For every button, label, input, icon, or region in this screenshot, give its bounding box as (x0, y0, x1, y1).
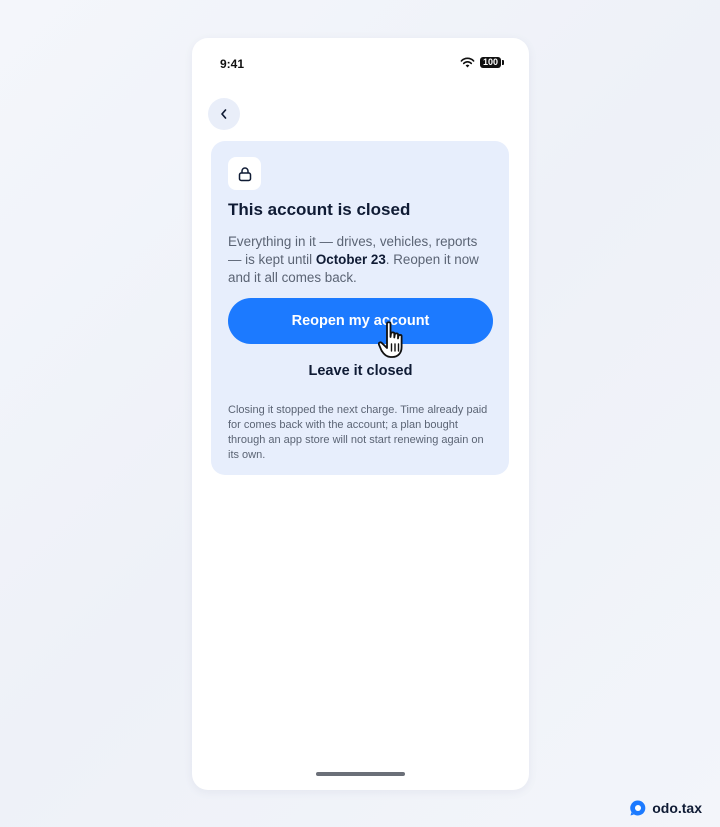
chevron-left-icon (221, 109, 227, 119)
card-title: This account is closed (228, 200, 411, 219)
reopen-account-button[interactable]: Reopen my account (228, 298, 493, 344)
card-description: Everything in it — drives, vehicles, rep… (228, 233, 494, 287)
status-time: 9:41 (220, 57, 245, 71)
odo-logo-icon (630, 800, 646, 816)
brand-watermark: odo.tax (629, 799, 702, 817)
wifi-icon (460, 57, 475, 68)
phone-screen: 9:41 100 This account is closed Everythi… (192, 38, 529, 790)
retention-date: October 23 (315, 252, 386, 267)
lock-icon (238, 166, 251, 181)
account-closed-card: This account is closed Everything in it … (211, 141, 509, 475)
battery-icon: 100 (479, 57, 505, 68)
home-indicator (316, 772, 405, 776)
footnote: Closing it stopped the next charge. Time… (228, 404, 488, 461)
brand-name: odo.tax (652, 800, 702, 816)
status-icons: 100 (460, 57, 505, 68)
lock-tile (228, 157, 261, 190)
leave-closed-button[interactable]: Leave it closed (228, 356, 493, 386)
status-bar: 9:41 100 (192, 38, 529, 90)
back-button[interactable] (208, 98, 240, 130)
